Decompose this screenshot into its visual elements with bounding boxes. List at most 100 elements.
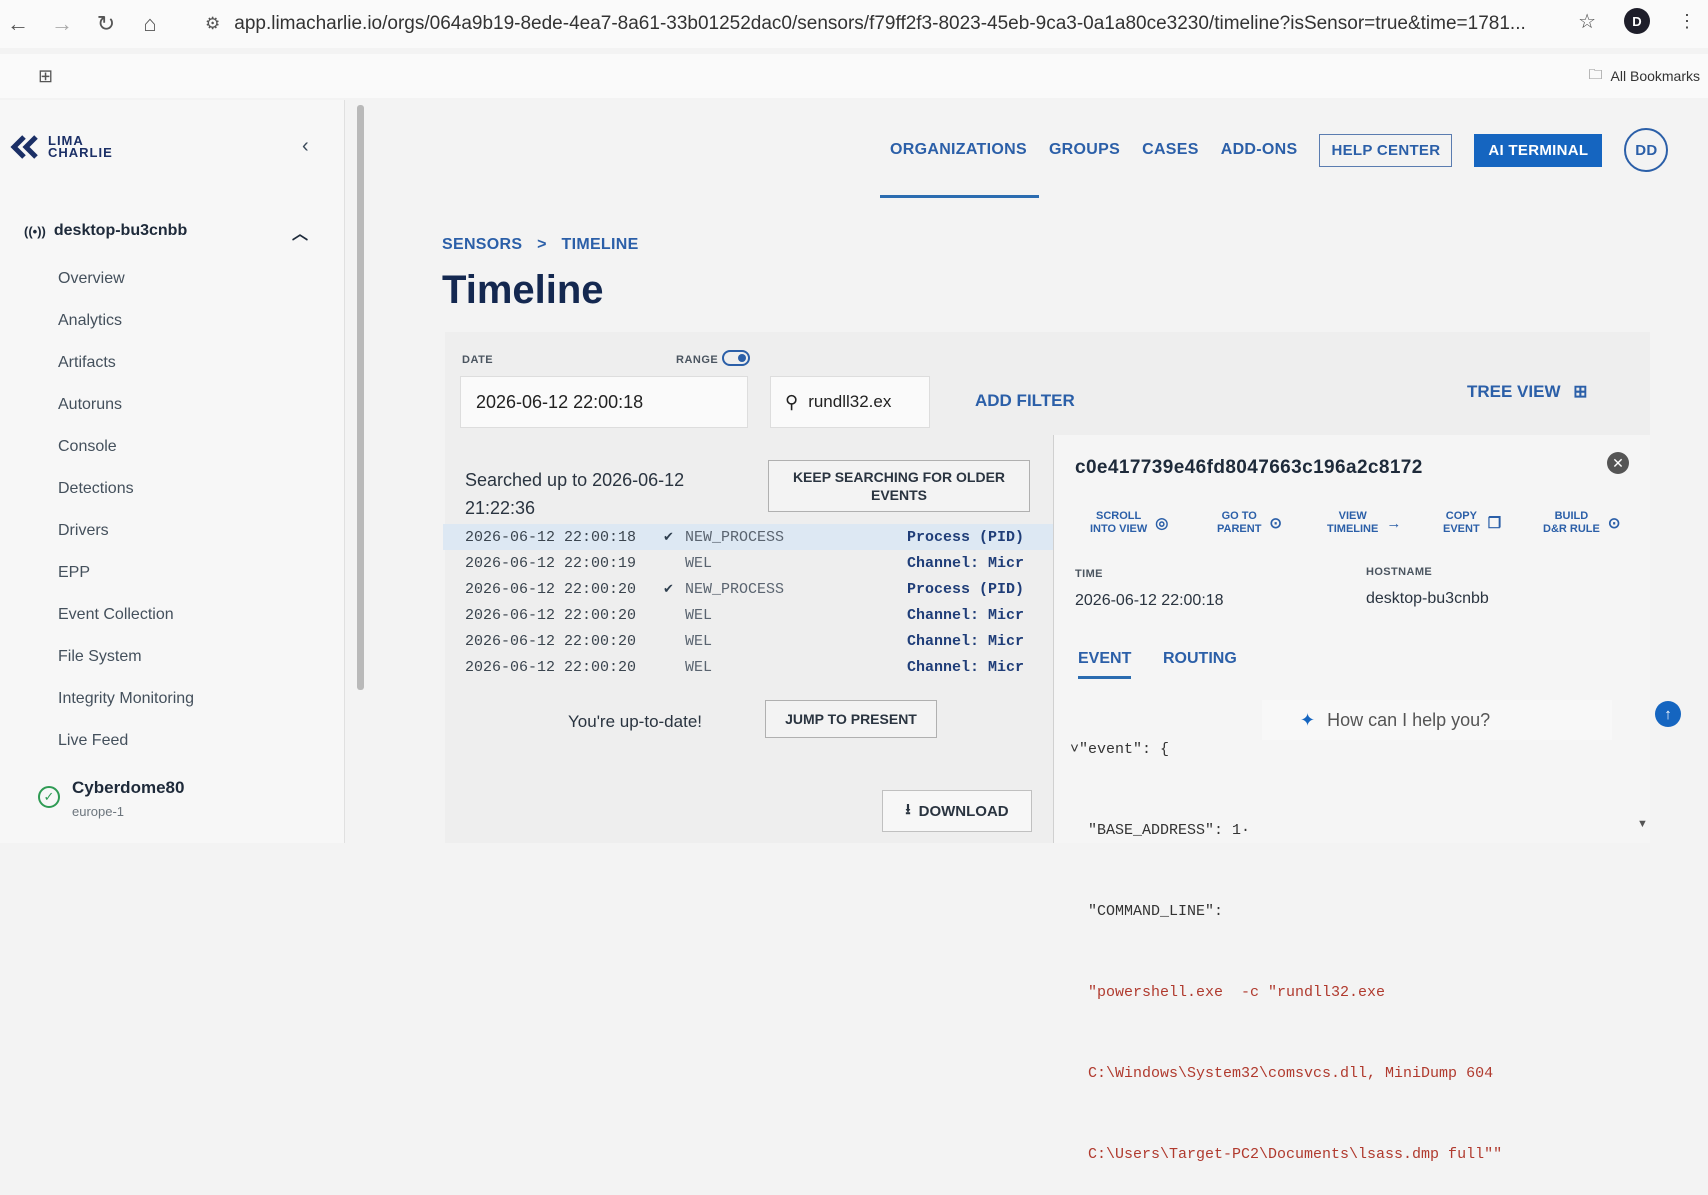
tree-view-button[interactable]: TREE VIEW ⊞	[1467, 382, 1588, 402]
limacharlie-logo[interactable]: LIMA CHARLIE	[10, 134, 113, 159]
scroll-down-icon[interactable]: ▼	[1637, 818, 1648, 830]
sidebar-item-analytics[interactable]: Analytics	[58, 300, 194, 342]
chat-placeholder: How can I help you?	[1327, 709, 1491, 730]
sensor-header[interactable]: ((•)) desktop-bu3cnbb ︿	[24, 222, 308, 243]
range-label: RANGE	[676, 354, 719, 366]
send-arrow-up-icon[interactable]: ↑	[1655, 701, 1681, 727]
row-event: NEW_PROCESS	[685, 528, 785, 546]
download-label: DOWNLOAD	[918, 802, 1009, 820]
action-label-line2: PARENT	[1217, 523, 1262, 535]
home-icon[interactable]: ⌂	[132, 6, 168, 42]
sidebar-item-autoruns[interactable]: Autoruns	[58, 384, 194, 426]
sidebar-item-artifacts[interactable]: Artifacts	[58, 342, 194, 384]
sensor-name: desktop-bu3cnbb	[53, 222, 188, 239]
folder-icon: 🗀	[1588, 66, 1603, 82]
add-filter-button[interactable]: ADD FILTER	[975, 391, 1075, 411]
menu-kebab-icon[interactable]: ⋮	[1678, 11, 1696, 32]
nav-groups[interactable]: GROUPS	[1049, 141, 1120, 159]
ai-chat-input[interactable]: ✦ How can I help you?	[1262, 700, 1612, 740]
forward-icon[interactable]: →	[44, 6, 80, 42]
table-row[interactable]: 2026-06-12 22:00:19 WEL Channel: Micr	[443, 550, 1055, 576]
rule-icon: ⊙	[1607, 514, 1621, 532]
nav-cases[interactable]: CASES	[1142, 141, 1199, 159]
sidebar-item-integrity-monitoring[interactable]: Integrity Monitoring	[58, 678, 194, 720]
table-row[interactable]: 2026-06-12 22:00:20 WEL Channel: Micr	[443, 628, 1055, 654]
site-settings-icon[interactable]: ⚙	[205, 14, 220, 34]
sensor-nav: Overview Analytics Artifacts Autoruns Co…	[58, 258, 194, 762]
row-time: 2026-06-12 22:00:20	[465, 580, 637, 598]
breadcrumb-separator: >	[537, 236, 547, 253]
reload-icon[interactable]: ↻	[88, 6, 124, 42]
address-bar[interactable]: ⚙ app.limacharlie.io/orgs/064a9b19-8ede-…	[205, 8, 1625, 40]
collapse-sidebar-icon[interactable]: ‹	[302, 135, 309, 158]
row-time: 2026-06-12 22:00:20	[465, 658, 637, 676]
tab-event[interactable]: EVENT	[1078, 650, 1132, 679]
help-center-button[interactable]: HELP CENTER	[1319, 133, 1453, 167]
sidebar-item-drivers[interactable]: Drivers	[58, 510, 194, 552]
apps-grid-icon[interactable]: ⊞	[38, 66, 53, 87]
nav-addons[interactable]: ADD-ONS	[1221, 141, 1298, 159]
jump-to-present-button[interactable]: JUMP TO PRESENT	[765, 700, 937, 738]
row-time: 2026-06-12 22:00:19	[465, 554, 637, 572]
row-time: 2026-06-12 22:00:20	[465, 632, 637, 650]
sidebar-scrollbar[interactable]	[357, 105, 364, 690]
table-row[interactable]: 2026-06-12 22:00:20 WEL Channel: Micr	[443, 654, 1055, 680]
keep-searching-button[interactable]: KEEP SEARCHING FOR OLDER EVENTS	[768, 460, 1030, 512]
scroll-into-view-button[interactable]: SCROLL INTO VIEW ◎	[1090, 510, 1168, 536]
search-input[interactable]: ⚲ rundll32.ex	[770, 376, 930, 428]
tab-routing[interactable]: ROUTING	[1163, 650, 1237, 668]
row-detail: Channel: Micr	[907, 658, 1025, 676]
check-circle-icon: ✓	[38, 786, 60, 808]
search-status: Searched up to 2026-06-12 21:22:36	[465, 470, 685, 518]
go-to-parent-button[interactable]: GO TO PARENT ⊙	[1217, 510, 1282, 536]
sidebar-item-live-feed[interactable]: Live Feed	[58, 720, 194, 762]
breadcrumb-timeline[interactable]: TIMELINE	[562, 236, 639, 253]
json-line[interactable]: ˅"event": {	[1070, 736, 1630, 763]
user-avatar[interactable]: DD	[1624, 128, 1669, 172]
date-input[interactable]: 2026-06-12 22:00:18	[460, 376, 748, 428]
sparkle-icon: ✦	[1300, 709, 1316, 730]
row-detail: Channel: Micr	[907, 554, 1025, 572]
view-timeline-button[interactable]: VIEW TIMELINE →	[1327, 510, 1401, 536]
target-icon: ◎	[1155, 514, 1169, 532]
json-line: "BASE_ADDRESS": 1·	[1070, 822, 1251, 839]
row-event: NEW_PROCESS	[685, 580, 785, 598]
org-switcher[interactable]: ✓ Cyberdome80 europe-1	[38, 778, 184, 819]
event-json-viewer: ˅"event": { "BASE_ADDRESS": 1· "COMMAND_…	[1070, 682, 1630, 1195]
action-label-line1: COPY	[1445, 510, 1477, 522]
bookmark-star-icon[interactable]: ☆	[1578, 9, 1596, 34]
sidebar-item-overview[interactable]: Overview	[58, 258, 194, 300]
search-icon: ⚲	[785, 391, 799, 412]
sidebar-item-file-system[interactable]: File System	[58, 636, 194, 678]
up-to-date-text: You're up-to-date!	[568, 712, 702, 731]
row-time: 2026-06-12 22:00:20	[465, 606, 637, 624]
build-dr-rule-button[interactable]: BUILD D&R RULE ⊙	[1543, 510, 1620, 536]
copy-event-button[interactable]: COPY EVENT ❐	[1443, 510, 1501, 536]
close-icon[interactable]: ✕	[1607, 452, 1629, 474]
sidebar-item-console[interactable]: Console	[58, 426, 194, 468]
chevron-up-icon[interactable]: ︿	[292, 220, 308, 244]
row-event: WEL	[685, 658, 713, 676]
json-string-line: C:\Users\Target-PC2\Documents\lsass.dmp …	[1070, 1146, 1503, 1163]
back-icon[interactable]: ←	[0, 6, 36, 42]
row-detail: Channel: Micr	[907, 606, 1025, 624]
table-row[interactable]: 2026-06-12 22:00:18 ✔ NEW_PROCESS Proces…	[443, 524, 1055, 550]
nav-organizations[interactable]: ORGANIZATIONS	[880, 141, 1039, 198]
table-row[interactable]: 2026-06-12 22:00:20 WEL Channel: Micr	[443, 602, 1055, 628]
ai-terminal-button[interactable]: AI TERMINAL	[1474, 133, 1603, 167]
breadcrumb-sensors[interactable]: SENSORS	[442, 236, 522, 253]
download-button[interactable]: ⭳ DOWNLOAD	[882, 790, 1032, 832]
org-region: europe-1	[72, 804, 125, 819]
bookmarks-folder[interactable]: 🗀 All Bookmarks	[1589, 64, 1700, 88]
browser-actions: ☆ D ⋮	[1578, 8, 1708, 34]
sidebar-item-event-collection[interactable]: Event Collection	[58, 594, 194, 636]
profile-avatar[interactable]: D	[1624, 8, 1650, 34]
sidebar-item-epp[interactable]: EPP	[58, 552, 194, 594]
sidebar-item-detections[interactable]: Detections	[58, 468, 194, 510]
arrow-right-icon: →	[1386, 514, 1402, 532]
row-detail: Process (PID)	[907, 528, 1025, 546]
json-line: "COMMAND_LINE":	[1070, 903, 1224, 920]
range-toggle[interactable]	[722, 350, 750, 366]
table-row[interactable]: 2026-06-12 22:00:20 ✔ NEW_PROCESS Proces…	[443, 576, 1055, 602]
tree-view-label: TREE VIEW	[1467, 382, 1561, 401]
